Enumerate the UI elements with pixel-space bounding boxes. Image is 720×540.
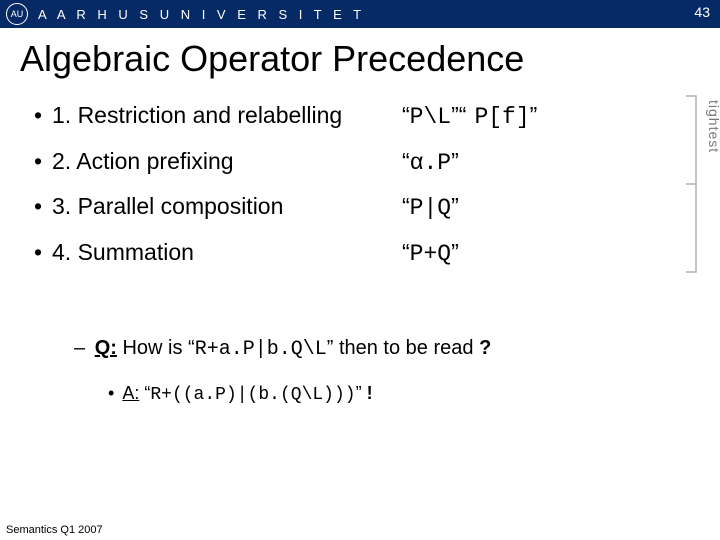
op-desc: 3. Parallel composition — [52, 185, 402, 229]
op-desc: 4. Summation — [52, 231, 402, 275]
bullet-icon: • — [34, 94, 52, 138]
op-example-2: P[f] — [474, 104, 529, 130]
list-item: • 4. Summation “P+Q” — [34, 231, 694, 277]
bullet-icon: • — [34, 185, 52, 229]
header-bar: AU A A R H U S U N I V E R S I T E T 43 — [0, 0, 720, 28]
answer-line: • A: “R+((a.P)|(b.(Q\L)))” ! — [74, 383, 694, 405]
precedence-list: • 1. Restriction and relabelling “P\L” “… — [34, 94, 694, 277]
q-pre: How is “ — [117, 337, 195, 359]
list-item: • 2. Action prefixing “α.P” — [34, 140, 694, 186]
footer-text: Semantics Q1 2007 — [6, 524, 103, 536]
q-label: Q: — [95, 337, 117, 359]
a-mark: ! — [367, 383, 373, 403]
list-item: • 1. Restriction and relabelling “P\L” “… — [34, 94, 694, 140]
a-pre: “ — [139, 383, 150, 403]
op-example: P+Q — [410, 233, 451, 277]
op-desc: 2. Action prefixing — [52, 140, 402, 184]
bracket-label: tightest — [706, 100, 720, 153]
op-example: P\L — [410, 96, 451, 140]
a-expression: R+((a.P)|(b.(Q\L))) — [150, 385, 355, 405]
seal-initials: AU — [11, 9, 24, 19]
op-desc: 1. Restriction and relabelling — [52, 94, 402, 138]
op-example: P|Q — [410, 187, 451, 231]
op-example: α.P — [410, 142, 451, 186]
qa-block: – Q: How is “R+a.P|b.Q\L” then to be rea… — [34, 337, 694, 405]
a-post: ” — [356, 383, 367, 403]
bullet-icon: • — [34, 231, 52, 275]
question-line: – Q: How is “R+a.P|b.Q\L” then to be rea… — [74, 337, 694, 361]
q-post: ” then to be read — [327, 337, 479, 359]
list-item: • 3. Parallel composition “P|Q” — [34, 185, 694, 231]
page-number: 43 — [694, 4, 710, 20]
slide-title: Algebraic Operator Precedence — [0, 28, 720, 94]
university-seal-icon: AU — [6, 3, 28, 25]
a-label: A: — [122, 383, 139, 403]
q-expression: R+a.P|b.Q\L — [195, 338, 327, 361]
q-mark: ? — [479, 337, 491, 359]
bullet-icon: • — [34, 140, 52, 184]
university-name: A A R H U S U N I V E R S I T E T — [38, 7, 365, 22]
